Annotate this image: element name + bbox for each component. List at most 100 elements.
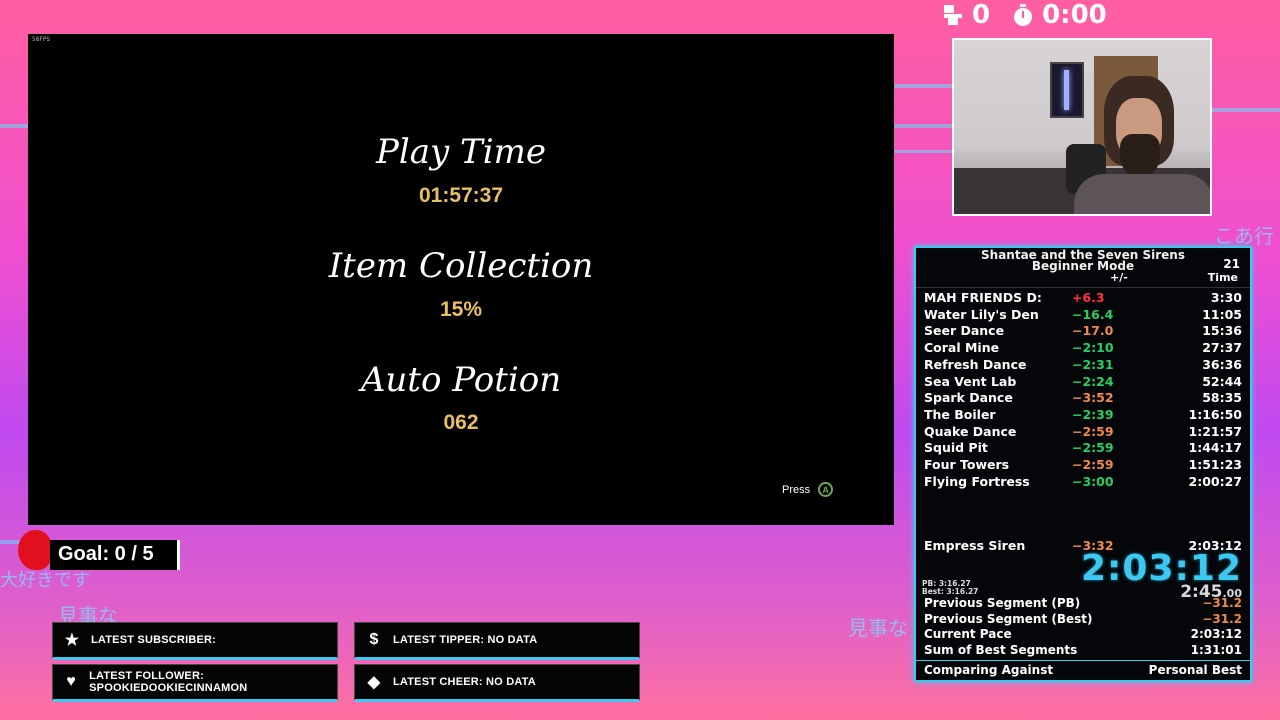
info-value: 2:03:12 bbox=[1190, 627, 1242, 641]
bg-stripe bbox=[894, 84, 952, 88]
comparison-footer: Comparing Against Personal Best bbox=[916, 660, 1250, 680]
split-row: Squid Pit −2:59 1:44:17 bbox=[924, 440, 1244, 456]
split-delta: −3:00 bbox=[1072, 473, 1114, 489]
split-row: Four Towers −2:59 1:51:23 bbox=[924, 457, 1244, 473]
split-name: The Boiler bbox=[924, 406, 996, 422]
bg-stripe bbox=[894, 150, 952, 153]
item-collection-value: 15% bbox=[439, 298, 483, 321]
split-row: Sea Vent Lab −2:24 52:44 bbox=[924, 374, 1244, 390]
split-delta: −2:10 bbox=[1072, 340, 1114, 356]
split-delta: −3:52 bbox=[1072, 390, 1114, 406]
split-name: Flying Fortress bbox=[924, 473, 1030, 489]
diamond-icon: ◆ bbox=[367, 674, 381, 691]
info-row: Previous Segment (PB) −31.2 bbox=[924, 596, 1244, 611]
latest-tipper-box: $ LATEST TIPPER: NO DATA bbox=[354, 622, 640, 660]
star-icon: ★ bbox=[64, 632, 80, 649]
latest-cheer-box: ◆ LATEST CHEER: NO DATA bbox=[354, 664, 640, 702]
split-row: Refresh Dance −2:31 36:36 bbox=[924, 357, 1244, 373]
split-name: Coral Mine bbox=[924, 340, 1000, 356]
info-row: Previous Segment (Best) −31.2 bbox=[924, 612, 1244, 627]
dollar-icon: $ bbox=[369, 631, 379, 648]
bg-japanese-text: 見事な bbox=[848, 616, 908, 640]
split-time: 1:16:50 bbox=[1188, 406, 1243, 422]
split-delta: −2:31 bbox=[1072, 356, 1114, 372]
auto-potion-title: Auto Potion bbox=[360, 360, 562, 400]
split-row: Flying Fortress −3:00 2:00:27 bbox=[924, 474, 1244, 490]
split-row: The Boiler −2:39 1:16:50 bbox=[924, 407, 1244, 423]
info-value: −31.2 bbox=[1202, 611, 1242, 626]
latest-follower-box: ♥ LATEST FOLLOWER: SPOOKIEDOOKIECINNAMON bbox=[52, 664, 338, 702]
neon-light bbox=[1064, 70, 1069, 110]
latest-subscriber-box: ★ LATEST SUBSCRIBER: bbox=[52, 622, 338, 660]
info-label: Sum of Best Segments bbox=[924, 642, 1078, 657]
split-row: Coral Mine −2:10 27:37 bbox=[924, 340, 1244, 356]
bg-stripe bbox=[1212, 108, 1280, 112]
splits-header: Shantae and the Seven Sirens Beginner Mo… bbox=[916, 248, 1250, 288]
split-time: 58:35 bbox=[1202, 390, 1242, 406]
heart-icon: ♥ bbox=[66, 673, 76, 690]
split-name: Refresh Dance bbox=[924, 356, 1027, 372]
split-row: Quake Dance −2:59 1:21:57 bbox=[924, 424, 1244, 440]
latest-cheer-text: LATEST CHEER: NO DATA bbox=[393, 676, 536, 688]
comparison-label: Comparing Against bbox=[924, 663, 1054, 677]
split-name: Four Towers bbox=[924, 457, 1010, 472]
comparison-value: Personal Best bbox=[1148, 663, 1242, 677]
split-time: 1:44:17 bbox=[1188, 440, 1243, 456]
streamer-body bbox=[1074, 174, 1210, 214]
info-value: −31.2 bbox=[1202, 596, 1242, 610]
game-capture: 58FPS Play Time 01:57:37 Item Collection… bbox=[28, 34, 894, 525]
info-label: Previous Segment (Best) bbox=[924, 611, 1093, 626]
toilet-icon bbox=[940, 3, 966, 27]
split-row: Water Lily's Den −16.4 11:05 bbox=[924, 307, 1244, 323]
split-time: 1:51:23 bbox=[1188, 457, 1243, 472]
webcam-feed bbox=[952, 38, 1212, 216]
top-stats-bar: 0 0:00 bbox=[940, 0, 1140, 30]
info-label: Previous Segment (PB) bbox=[924, 596, 1081, 610]
split-name: Water Lily's Den bbox=[924, 306, 1039, 322]
bg-stripe bbox=[0, 540, 20, 544]
delta-column-header: +/- bbox=[1110, 271, 1128, 284]
split-delta: −2:39 bbox=[1072, 406, 1114, 422]
attempt-count: 21 bbox=[1223, 257, 1240, 271]
session-timer: 0:00 bbox=[1042, 0, 1107, 30]
split-delta: −2:59 bbox=[1072, 457, 1114, 472]
latest-follower-text: LATEST FOLLOWER: SPOOKIEDOOKIECINNAMON bbox=[89, 670, 248, 694]
split-time: 3:30 bbox=[1210, 290, 1242, 305]
item-collection-title: Item Collection bbox=[328, 246, 594, 286]
split-row: Seer Dance −17.0 15:36 bbox=[924, 323, 1244, 339]
split-delta: −2:24 bbox=[1072, 373, 1114, 389]
livesplit-panel: Shantae and the Seven Sirens Beginner Mo… bbox=[914, 246, 1252, 682]
run-category: Beginner Mode bbox=[1031, 259, 1135, 273]
split-time: 52:44 bbox=[1202, 373, 1242, 389]
press-label: Press bbox=[782, 483, 811, 496]
split-name: Squid Pit bbox=[924, 440, 988, 456]
split-time: 15:36 bbox=[1202, 323, 1242, 339]
press-prompt[interactable]: Press A bbox=[782, 482, 834, 497]
a-button-icon: A bbox=[818, 482, 834, 497]
bg-stripe bbox=[0, 124, 30, 128]
auto-potion-value: 062 bbox=[443, 411, 479, 434]
split-name: Empress Siren bbox=[924, 538, 1026, 553]
split-name: Seer Dance bbox=[924, 323, 1005, 339]
info-value: 1:31:01 bbox=[1190, 642, 1242, 657]
split-name: MAH FRIENDS D: bbox=[924, 290, 1042, 305]
split-name: Quake Dance bbox=[924, 423, 1017, 439]
split-time: 36:36 bbox=[1202, 356, 1242, 372]
info-row: Sum of Best Segments 1:31:01 bbox=[924, 643, 1244, 658]
death-counter: 0 bbox=[972, 0, 991, 30]
split-delta: +6.3 bbox=[1072, 290, 1105, 305]
split-name: Sea Vent Lab bbox=[924, 373, 1017, 389]
bg-stripe bbox=[894, 124, 952, 128]
split-delta: −16.4 bbox=[1072, 306, 1114, 322]
play-time-value: 01:57:37 bbox=[418, 184, 504, 207]
split-row: MAH FRIENDS D: +6.3 3:30 bbox=[924, 290, 1244, 306]
split-delta: −2:59 bbox=[1072, 423, 1114, 439]
split-time: 2:00:27 bbox=[1188, 473, 1243, 489]
split-row: Spark Dance −3:52 58:35 bbox=[924, 390, 1244, 406]
fps-counter: 58FPS bbox=[32, 36, 51, 43]
latest-subscriber-text: LATEST SUBSCRIBER: bbox=[91, 634, 217, 646]
info-label: Current Pace bbox=[924, 627, 1012, 641]
latest-tipper-text: LATEST TIPPER: NO DATA bbox=[393, 634, 538, 646]
split-time: 27:37 bbox=[1202, 340, 1242, 356]
split-time: 11:05 bbox=[1202, 306, 1242, 322]
